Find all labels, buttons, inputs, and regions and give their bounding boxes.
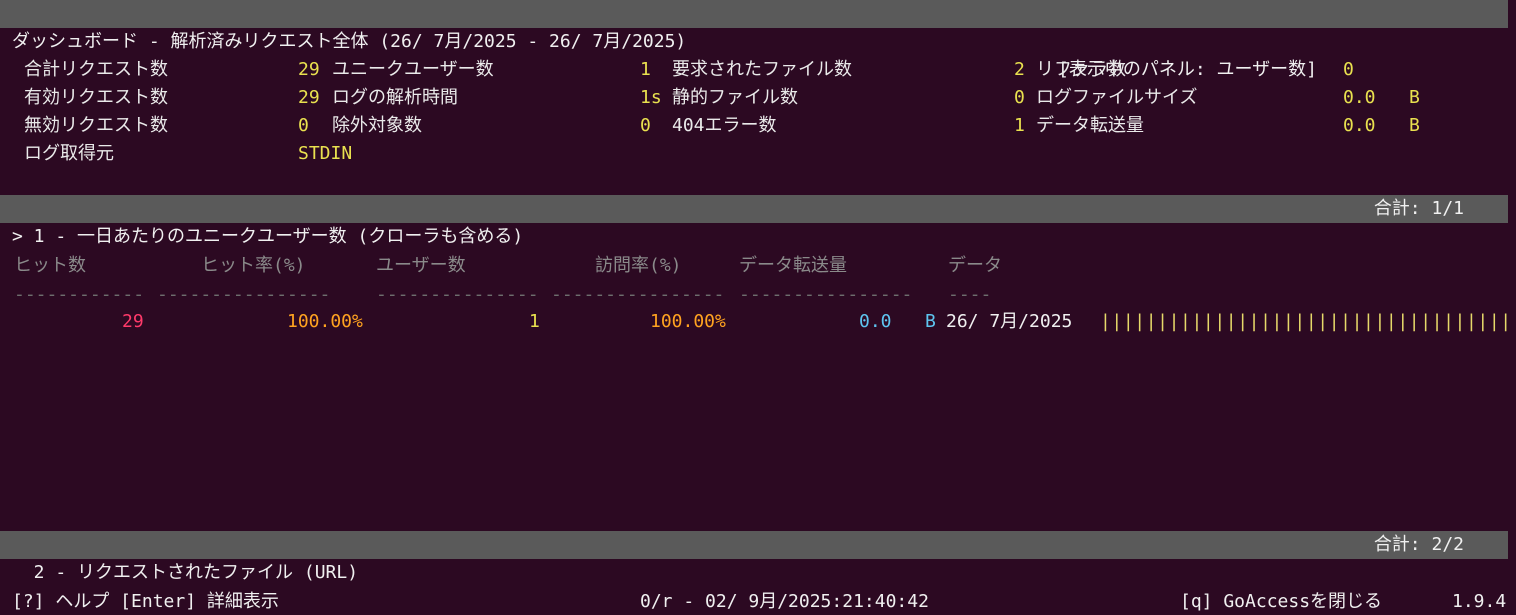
referrers-label: リファラ数 <box>1036 59 1126 80</box>
column-header-data: データ <box>948 255 1002 276</box>
quit-hint[interactable]: [q] GoAccessを閉じる <box>1180 588 1382 615</box>
column-header-bandwidth: データ転送量 <box>739 255 847 276</box>
version-label: 1.9.4 <box>1452 591 1507 612</box>
panel-2-header[interactable]: 2 - リクエストされたファイル (URL) 合計: 2/2 <box>0 531 1508 583</box>
column-divider-visitors: --------------- <box>376 284 539 305</box>
valid-requests-value: 29 <box>298 87 320 108</box>
log-size-value: 0.0 <box>1343 87 1376 108</box>
row-hits-pct: 100.00% <box>287 311 363 332</box>
failed-requests-label: 無効リクエスト数 <box>24 115 168 136</box>
panel-1-title: > 1 - 一日あたりのユニークユーザー数 (クローラも含める) <box>12 226 524 247</box>
bandwidth-unit: B <box>1409 115 1420 136</box>
log-size-label: ログファイルサイズ <box>1036 87 1198 108</box>
dashboard-header-bar: ダッシュボード - 解析済みリクエスト全体 (26/ 7月/2025 - 26/… <box>0 0 1508 80</box>
row-hits: 29 <box>122 311 144 332</box>
bandwidth-value: 0.0 <box>1343 115 1376 136</box>
log-source-label: ログ取得元 <box>24 143 114 164</box>
row-date: 26/ 7月/2025 <box>946 311 1073 332</box>
column-header-hits-pct: ヒット率(%) <box>201 255 306 276</box>
panel-1-header[interactable]: > 1 - 一日あたりのユニークユーザー数 (クローラも含める) 合計: 1/1 <box>0 195 1508 247</box>
log-parse-time-label: ログの解析時間 <box>332 87 458 108</box>
static-files-label: 静的ファイル数 <box>672 87 798 108</box>
static-files-value: 0 <box>1014 87 1025 108</box>
requested-files-value: 2 <box>1014 59 1025 80</box>
row-bandwidth-unit: B <box>925 311 936 332</box>
referrers-value: 0 <box>1343 59 1354 80</box>
terminal-screen: ダッシュボード - 解析済みリクエスト全体 (26/ 7月/2025 - 26/… <box>0 0 1516 615</box>
excluded-hits-value: 0 <box>640 115 651 136</box>
unique-visitors-value: 1 <box>640 59 651 80</box>
panel-2-title: 2 - リクエストされたファイル (URL) <box>12 562 359 583</box>
row-visitors: 1 <box>529 311 540 332</box>
column-divider-hits: ------------ <box>14 284 145 305</box>
column-header-visitors: ユーザー数 <box>376 255 466 276</box>
not-found-label: 404エラー数 <box>672 115 777 136</box>
panel-1-total: 合計: 1/1 <box>1373 198 1464 219</box>
total-requests-label: 合計リクエスト数 <box>24 59 168 80</box>
valid-requests-label: 有効リクエスト数 <box>24 87 168 108</box>
column-divider-data: ---- <box>948 284 992 305</box>
unique-visitors-label: ユニークユーザー数 <box>332 59 494 80</box>
row-visitors-pct: 100.00% <box>650 311 726 332</box>
column-header-visitors-pct: 訪問率(%) <box>595 255 682 276</box>
failed-requests-value: 0 <box>298 115 309 136</box>
not-found-value: 1 <box>1014 115 1025 136</box>
dashboard-title: ダッシュボード - 解析済みリクエスト全体 (26/ 7月/2025 - 26/… <box>12 31 687 52</box>
requested-files-label: 要求されたファイル数 <box>672 59 852 80</box>
row-visitor-bar: ||||||||||||||||||||||||||||||||||||||||… <box>1100 311 1508 332</box>
excluded-hits-label: 除外対象数 <box>332 115 422 136</box>
column-divider-bandwidth: ---------------- <box>739 284 913 305</box>
log-source-value: STDIN <box>298 143 353 164</box>
status-timestamp: 0/r - 02/ 9月/2025:21:40:42 <box>640 591 929 612</box>
help-hint[interactable]: [?] ヘルプ [Enter] 詳細表示 <box>12 588 279 615</box>
log-size-unit: B <box>1409 87 1420 108</box>
column-header-hits: ヒット数 <box>14 255 86 276</box>
log-parse-time-value: 1s <box>640 87 662 108</box>
row-bandwidth: 0.0 <box>859 311 892 332</box>
column-divider-hits-pct: ---------------- <box>157 284 331 305</box>
total-requests-value: 29 <box>298 59 320 80</box>
panel-2-total: 合計: 2/2 <box>1373 534 1464 555</box>
bandwidth-label: データ転送量 <box>1036 115 1144 136</box>
column-divider-visitors-pct: ---------------- <box>551 284 725 305</box>
